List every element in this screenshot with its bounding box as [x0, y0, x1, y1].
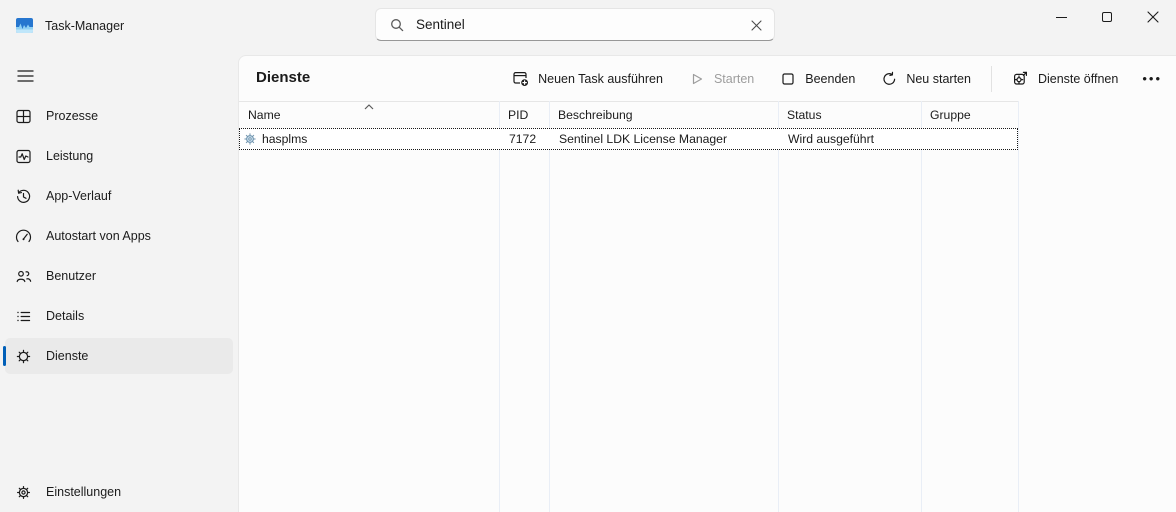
restart-icon	[881, 71, 897, 87]
open-services-label: Dienste öffnen	[1038, 72, 1118, 86]
task-manager-window: { "titlebar": { "app_title": "Task-Manag…	[0, 0, 1176, 512]
more-options-button[interactable]: •••	[1132, 67, 1172, 90]
sidebar-item-app-verlauf[interactable]: App-Verlauf	[5, 178, 233, 214]
minimize-icon	[1056, 17, 1067, 18]
titlebar: Task-Manager	[0, 0, 1176, 55]
column-divider[interactable]	[499, 101, 500, 512]
app-title: Task-Manager	[45, 19, 124, 33]
column-divider[interactable]	[921, 101, 922, 512]
sidebar-item-dienste[interactable]: Dienste	[5, 338, 233, 374]
play-icon	[689, 71, 705, 87]
hamburger-icon	[17, 69, 34, 83]
performance-icon	[15, 148, 32, 165]
sidebar-item-label: Benutzer	[46, 269, 96, 283]
maximize-button[interactable]	[1084, 0, 1130, 34]
run-new-task-button[interactable]: Neuen Task ausführen	[500, 64, 675, 93]
start-label: Starten	[714, 72, 754, 86]
search-box[interactable]	[375, 8, 775, 41]
cell-gruppe	[922, 129, 1019, 149]
cell-pid: 7172	[500, 129, 550, 149]
page-title: Dienste	[256, 69, 310, 86]
sidebar-item-label: Dienste	[46, 349, 88, 363]
column-header-gruppe[interactable]: Gruppe	[921, 102, 1018, 128]
sidebar-item-label: Leistung	[46, 149, 93, 163]
sidebar-footer-label: Einstellungen	[46, 485, 121, 499]
details-icon	[15, 308, 32, 325]
toolbar-separator	[991, 66, 992, 92]
sidebar-item-benutzer[interactable]: Benutzer	[5, 258, 233, 294]
processes-icon	[15, 108, 32, 125]
ellipsis-icon: •••	[1142, 71, 1162, 86]
column-divider[interactable]	[1018, 101, 1019, 512]
clear-x-icon[interactable]	[744, 14, 768, 36]
column-header-status[interactable]: Status	[778, 102, 921, 128]
sidebar-item-autostart[interactable]: Autostart von Apps	[5, 218, 233, 254]
column-divider[interactable]	[778, 101, 779, 512]
sidebar-nav: Prozesse Leistung App-Verlauf Autos	[0, 98, 238, 378]
run-new-task-label: Neuen Task ausführen	[538, 72, 663, 86]
minimize-button[interactable]	[1038, 0, 1084, 34]
start-button[interactable]: Starten	[677, 65, 766, 93]
menu-toggle-button[interactable]	[8, 61, 42, 91]
new-task-icon	[512, 70, 529, 87]
magnifier-icon	[389, 17, 405, 33]
column-header-pid[interactable]: PID	[499, 102, 549, 128]
cell-status: Wird ausgeführt	[779, 129, 922, 149]
app-history-icon	[15, 188, 32, 205]
table-row-hasplms[interactable]: hasplms 7172 Sentinel LDK License Manage…	[239, 128, 1018, 150]
sidebar: Prozesse Leistung App-Verlauf Autos	[0, 55, 238, 512]
column-header-beschreibung[interactable]: Beschreibung	[549, 102, 778, 128]
task-manager-logo	[16, 17, 33, 34]
restart-label: Neu starten	[906, 72, 971, 86]
search-input[interactable]	[416, 10, 716, 39]
column-header-name[interactable]: Name	[239, 102, 499, 128]
stop-square-icon	[780, 71, 796, 87]
content-panel: Dienste Neuen Task ausführen Starten	[238, 55, 1176, 512]
service-name: hasplms	[262, 129, 307, 149]
table-header: Name PID Beschreibung Status Gruppe	[239, 102, 1018, 128]
close-icon	[1147, 11, 1159, 23]
open-services-icon	[1012, 70, 1029, 87]
startup-apps-icon	[15, 228, 32, 245]
restart-button[interactable]: Neu starten	[869, 65, 983, 93]
sidebar-item-einstellungen[interactable]: Einstellungen	[5, 474, 233, 510]
settings-gear-icon	[15, 484, 32, 501]
sidebar-item-details[interactable]: Details	[5, 298, 233, 334]
open-services-button[interactable]: Dienste öffnen	[1000, 64, 1130, 93]
close-button[interactable]	[1130, 0, 1176, 34]
cell-name: hasplms	[240, 129, 500, 149]
services-icon	[15, 348, 32, 365]
cell-beschreibung: Sentinel LDK License Manager	[550, 129, 779, 149]
stop-button[interactable]: Beenden	[768, 65, 867, 93]
toolbar: Dienste Neuen Task ausführen Starten	[239, 56, 1176, 101]
service-gear-icon	[243, 132, 257, 146]
sidebar-item-leistung[interactable]: Leistung	[5, 138, 233, 174]
users-icon	[15, 268, 32, 285]
maximize-icon	[1102, 12, 1112, 22]
window-controls	[1038, 0, 1176, 34]
sidebar-item-label: Prozesse	[46, 109, 98, 123]
toolbar-buttons: Neuen Task ausführen Starten Beenden	[500, 56, 1172, 101]
sidebar-item-label: Autostart von Apps	[46, 229, 151, 243]
sidebar-item-prozesse[interactable]: Prozesse	[5, 98, 233, 134]
column-divider[interactable]	[549, 101, 550, 512]
stop-label: Beenden	[805, 72, 855, 86]
sidebar-item-label: Details	[46, 309, 84, 323]
sidebar-item-label: App-Verlauf	[46, 189, 111, 203]
